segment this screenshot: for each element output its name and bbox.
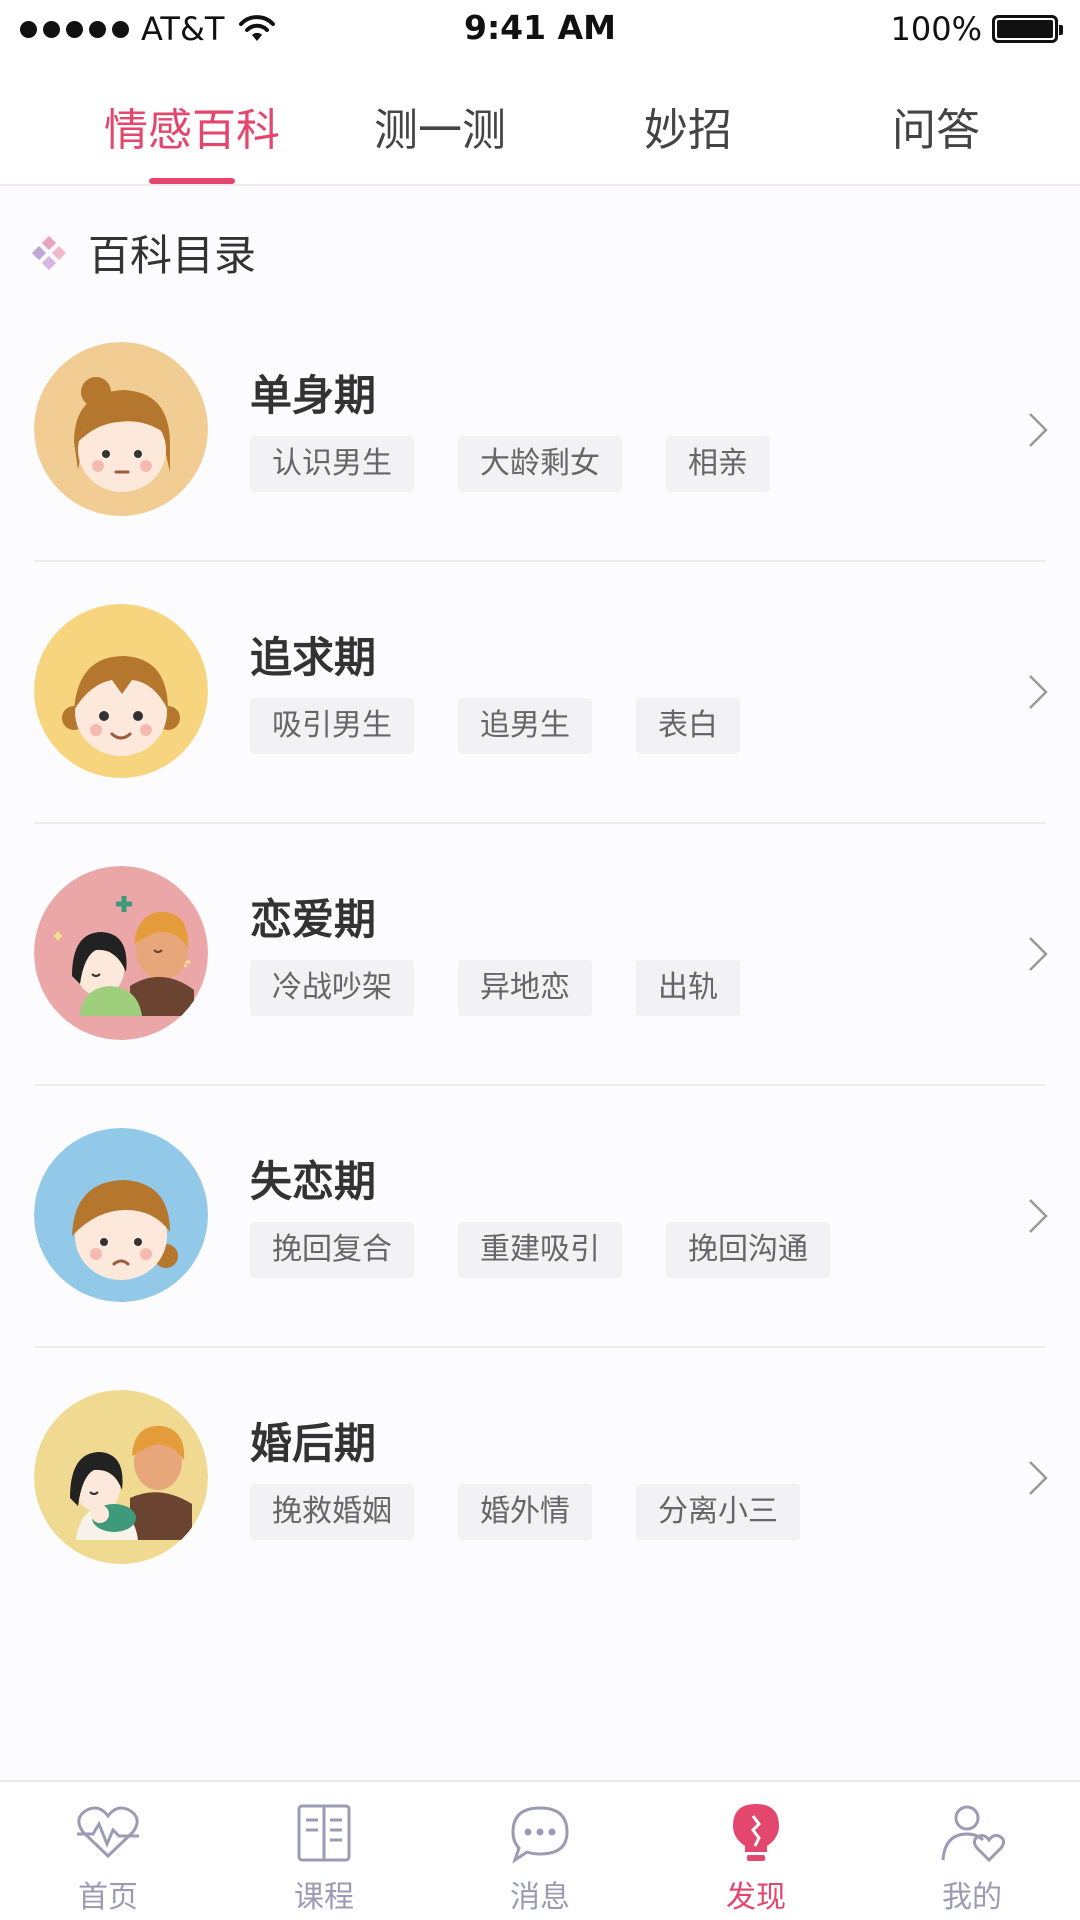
nav-label: 消息: [510, 1880, 570, 1915]
avatar-married: [34, 1390, 208, 1564]
chevron-right-icon: [1029, 1461, 1048, 1495]
tag-chip[interactable]: 挽回沟通: [666, 1222, 830, 1278]
stage-title: 追求期: [250, 633, 377, 682]
stage-title: 婚后期: [250, 1419, 377, 1468]
bottom-nav: 首页 课程 消息 发现 我的: [0, 1780, 1080, 1920]
tag-chip[interactable]: 追男生: [458, 698, 592, 754]
tag-chip[interactable]: 婚外情: [458, 1484, 592, 1540]
avatar-breakup: [34, 1128, 208, 1302]
tag-chip[interactable]: 大龄剩女: [458, 436, 622, 492]
tag-row: 挽回复合 重建吸引 挽回沟通: [250, 1222, 874, 1278]
section-header: 百科目录: [32, 222, 256, 283]
girl-sad-avatar-icon: [34, 1128, 208, 1302]
tag-row: 吸引男生 追男生 表白: [250, 698, 784, 754]
stage-row-breakup[interactable]: 失恋期 挽回复合 重建吸引 挽回沟通: [0, 1086, 1080, 1348]
tag-chip[interactable]: 重建吸引: [458, 1222, 622, 1278]
chevron-right-icon: [1029, 413, 1048, 447]
tab-qa[interactable]: 问答: [811, 94, 1061, 158]
status-right: 100%: [890, 10, 1063, 48]
tag-chip[interactable]: 挽回复合: [250, 1222, 414, 1278]
nav-discover[interactable]: 发现: [648, 1782, 864, 1920]
girl-bun-avatar-icon: [34, 342, 208, 516]
nav-label: 我的: [942, 1880, 1002, 1915]
top-tab-bar: 情感百科 测一测 妙招 问答: [0, 60, 1080, 186]
tag-row: 挽救婚姻 婚外情 分离小三: [250, 1484, 844, 1540]
active-tab-indicator: [149, 178, 235, 184]
nav-label: 发现: [726, 1880, 786, 1915]
status-bar: AT&T 9:41 AM 100%: [0, 0, 1080, 60]
stage-list: 单身期 认识男生 大龄剩女 相亲 追求期 吸引男生 追男生 表白 恋爱期 冷战吵…: [0, 300, 1080, 1610]
avatar-dating: [34, 866, 208, 1040]
avatar-single: [34, 342, 208, 516]
diamond-cluster-icon: [32, 235, 66, 270]
chevron-right-icon: [1029, 937, 1048, 971]
nav-profile[interactable]: 我的: [864, 1782, 1080, 1920]
stage-title: 失恋期: [250, 1157, 377, 1206]
chevron-right-icon: [1029, 1199, 1048, 1233]
nav-home[interactable]: 首页: [0, 1782, 216, 1920]
tab-encyclopedia[interactable]: 情感百科: [67, 94, 317, 158]
nav-label: 首页: [78, 1880, 138, 1915]
stage-title: 单身期: [250, 371, 377, 420]
stage-row-single[interactable]: 单身期 认识男生 大龄剩女 相亲: [0, 300, 1080, 562]
nav-messages[interactable]: 消息: [432, 1782, 648, 1920]
heart-pulse-icon: [77, 1806, 139, 1859]
section-title: 百科目录: [88, 231, 257, 280]
tag-chip[interactable]: 挽救婚姻: [250, 1484, 414, 1540]
stage-title: 恋爱期: [250, 895, 377, 944]
tab-tips[interactable]: 妙招: [563, 94, 813, 158]
tag-chip[interactable]: 认识男生: [250, 436, 414, 492]
tag-chip[interactable]: 吸引男生: [250, 698, 414, 754]
user-heart-icon: [941, 1805, 1006, 1863]
tag-chip[interactable]: 分离小三: [636, 1484, 800, 1540]
book-icon: [297, 1804, 351, 1862]
tag-chip[interactable]: 冷战吵架: [250, 960, 414, 1016]
battery-icon: [992, 15, 1063, 43]
tag-chip[interactable]: 表白: [636, 698, 740, 754]
stage-row-dating[interactable]: 恋爱期 冷战吵架 异地恋 出轨: [0, 824, 1080, 1086]
nav-label: 课程: [294, 1880, 354, 1915]
chevron-right-icon: [1029, 675, 1048, 709]
battery-percent: 100%: [890, 10, 982, 48]
chat-bubble-icon: [511, 1806, 569, 1864]
nav-courses[interactable]: 课程: [216, 1782, 432, 1920]
avatar-pursuit: [34, 604, 208, 778]
family-baby-avatar-icon: [34, 1390, 208, 1564]
tag-chip[interactable]: 异地恋: [458, 960, 592, 1016]
tab-quiz[interactable]: 测一测: [315, 94, 565, 158]
tag-row: 冷战吵架 异地恋 出轨: [250, 960, 784, 1016]
couple-hug-avatar-icon: [34, 866, 208, 1040]
tag-chip[interactable]: 相亲: [666, 436, 770, 492]
tag-chip[interactable]: 出轨: [636, 960, 740, 1016]
stage-row-married[interactable]: 婚后期 挽救婚姻 婚外情 分离小三: [0, 1348, 1080, 1610]
girl-smile-avatar-icon: [34, 604, 208, 778]
tag-row: 认识男生 大龄剩女 相亲: [250, 436, 814, 492]
lightbulb-icon: [733, 1804, 779, 1861]
stage-row-pursuit[interactable]: 追求期 吸引男生 追男生 表白: [0, 562, 1080, 824]
